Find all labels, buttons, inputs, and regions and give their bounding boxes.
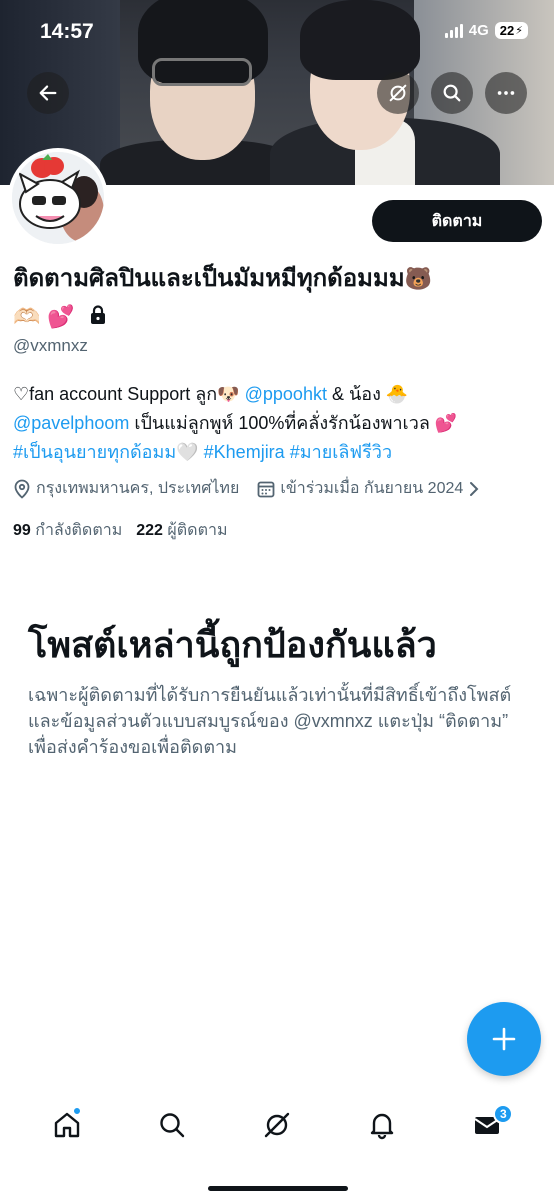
bottom-tab-bar: 3 — [0, 1090, 554, 1160]
joined-text: เข้าร่วมเมื่อ กันยายน 2024 — [280, 480, 464, 497]
bear-emoji: 🐻 — [404, 266, 433, 291]
hashtag-link[interactable]: #เป็นอุนยายทุกด้อมม — [13, 442, 176, 462]
followers-label: ผู้ติดตาม — [167, 522, 228, 539]
location-text: กรุงเทพมหานคร, ประเทศไทย — [36, 480, 240, 497]
followers-count-link[interactable]: 222 ผู้ติดตาม — [136, 518, 227, 543]
handle: @vxmnxz — [13, 336, 88, 355]
followers-count: 222 — [136, 522, 163, 539]
heart-hands-emoji: 🫶🏻 — [13, 304, 41, 329]
status-time: 14:57 — [40, 20, 94, 43]
avatar-illustration — [12, 152, 104, 244]
two-hearts-emoji: 💕 — [47, 304, 75, 329]
network-type: 4G — [468, 22, 489, 39]
tab-search[interactable] — [144, 1097, 200, 1153]
search-button[interactable] — [431, 72, 473, 114]
bio-text: ♡fan account Support ลูก — [13, 384, 218, 404]
mention-link[interactable]: @ppoohkt — [245, 384, 327, 404]
banner-photo — [152, 58, 252, 86]
signal-icon — [444, 23, 463, 38]
bio: ♡fan account Support ลูก🐶 @ppoohkt & น้อ… — [13, 380, 543, 467]
plus-icon — [492, 1027, 516, 1051]
avatar[interactable] — [8, 148, 108, 248]
banner-photo — [300, 0, 420, 80]
more-icon — [497, 91, 515, 95]
compose-button[interactable] — [467, 1002, 541, 1076]
follow-counts: 99 กำลังติดตาม 222 ผู้ติดตาม — [13, 518, 227, 543]
unread-dot — [72, 1107, 81, 1115]
profile-meta: กรุงเทพมหานคร, ประเทศไทย เข้าร่วมเมื่อ ก… — [13, 476, 548, 501]
protected-description: เฉพาะผู้ติดตามที่ได้รับการยืนยันแล้วเท่า… — [28, 685, 512, 757]
white-heart-emoji: 🤍 — [176, 442, 199, 462]
following-count: 99 — [13, 522, 31, 539]
back-button[interactable] — [27, 72, 69, 114]
lock-icon — [89, 299, 107, 337]
following-count-link[interactable]: 99 กำลังติดตาม — [13, 518, 122, 543]
arrow-left-icon — [39, 85, 57, 101]
calendar-icon — [257, 481, 275, 497]
tab-home[interactable] — [39, 1097, 95, 1153]
dog-emoji: 🐶 — [217, 384, 240, 404]
display-name: ติดตามศิลปินและเป็นมัมหมีทุกด้อมมม🐻 🫶🏻 💕 — [13, 260, 543, 337]
following-label: กำลังติดตาม — [35, 522, 123, 539]
bell-icon — [370, 1113, 394, 1140]
two-hearts-emoji: 💕 — [434, 413, 458, 433]
avatar-image — [12, 152, 104, 244]
joined-item[interactable]: เข้าร่วมเมื่อ กันยายน 2024 — [257, 476, 480, 501]
hashtag-link[interactable]: #มายเลิฟรีวิว — [290, 442, 392, 462]
location-item: กรุงเทพมหานคร, ประเทศไทย — [13, 476, 239, 501]
more-button[interactable] — [485, 72, 527, 114]
battery-indicator: 22 ⚡ — [494, 22, 528, 39]
battery-level: 22 — [499, 23, 515, 38]
grok-icon — [264, 1112, 290, 1138]
tab-notifications[interactable] — [354, 1097, 410, 1153]
messages-badge: 3 — [493, 1104, 514, 1124]
bio-text: เป็นแม่ลูกพูห์ 100%ที่คลั่งรักน้องพาเวล — [129, 413, 435, 433]
search-icon — [160, 1113, 184, 1138]
protected-title: โพสต์เหล่านี้ถูกป้องกันแล้ว — [28, 624, 437, 665]
tab-grok[interactable] — [249, 1097, 305, 1153]
search-icon — [443, 84, 461, 102]
tab-messages[interactable]: 3 — [459, 1097, 515, 1153]
home-indicator — [208, 1186, 348, 1191]
location-icon — [14, 479, 30, 499]
grok-button[interactable] — [377, 72, 419, 114]
display-name-text: ติดตามศิลปินและเป็นมัมหมีทุกด้อมมม — [13, 265, 405, 292]
hashtag-link[interactable]: #Khemjira — [204, 442, 285, 462]
grok-icon — [389, 84, 407, 102]
chevron-right-icon — [470, 481, 479, 496]
charging-icon: ⚡ — [515, 25, 523, 37]
follow-button[interactable]: ติดตาม — [372, 200, 542, 242]
status-icons: 4G 22 ⚡ — [444, 22, 528, 39]
bio-text: & น้อง — [326, 384, 381, 404]
chick-emoji: 🐣 — [385, 384, 409, 404]
mention-link[interactable]: @pavelphoom — [13, 413, 129, 433]
